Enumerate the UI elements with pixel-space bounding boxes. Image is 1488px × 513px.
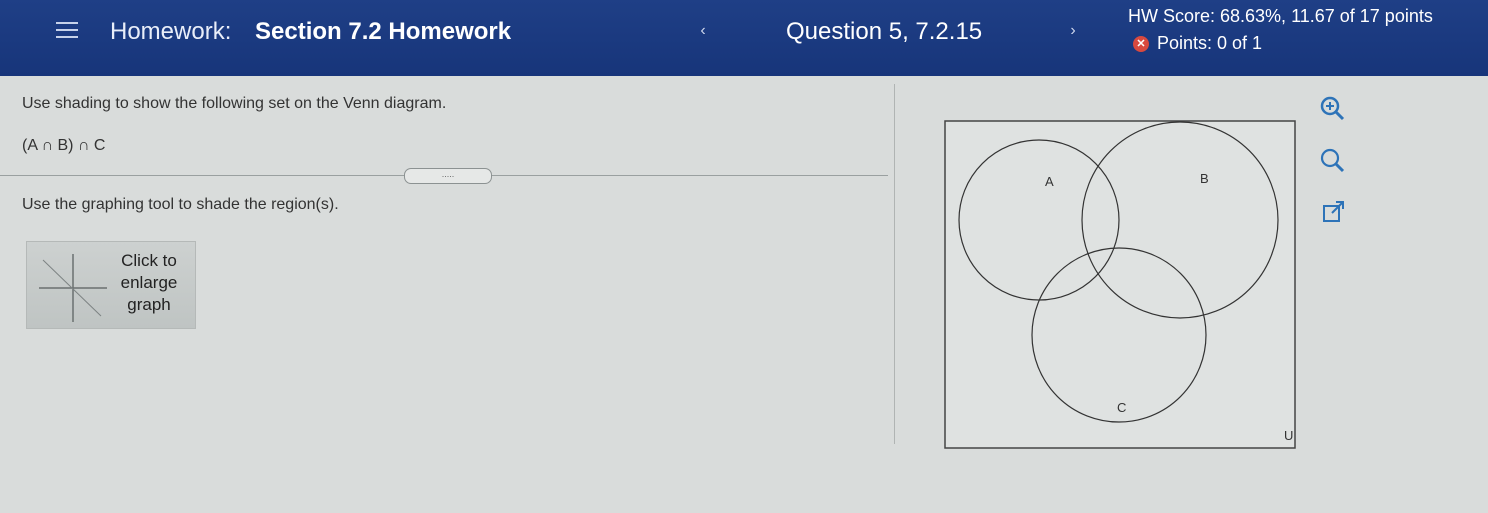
enlarge-graph-button[interactable]: Click to enlarge graph bbox=[26, 241, 196, 329]
zoom-out-icon[interactable] bbox=[1318, 146, 1346, 174]
points-status: ✕ Points: 0 of 1 bbox=[1133, 33, 1262, 54]
popout-icon[interactable] bbox=[1320, 198, 1348, 226]
universal-set-box bbox=[944, 120, 1296, 449]
set-expression: (A ∩ B) ∩ C bbox=[22, 137, 106, 154]
divider-expand-handle[interactable]: ..... bbox=[404, 168, 492, 184]
top-header: Homework: Section 7.2 Homework ‹ Questio… bbox=[0, 0, 1488, 76]
label-universe: U bbox=[1284, 428, 1293, 443]
venn-diagram[interactable]: A B C U bbox=[944, 120, 1296, 450]
points-text: Points: 0 of 1 bbox=[1157, 33, 1263, 53]
label-a: A bbox=[1045, 174, 1054, 189]
hw-score: HW Score: 68.63%, 11.67 of 17 points bbox=[1128, 6, 1433, 26]
zoom-in-icon[interactable] bbox=[1318, 94, 1346, 122]
hamburger-icon[interactable] bbox=[56, 22, 78, 40]
graph-thumbnail-icon bbox=[39, 254, 107, 322]
previous-question-button[interactable]: ‹ bbox=[688, 18, 718, 44]
question-label: Question 5, 7.2.15 bbox=[786, 18, 983, 45]
homework-label: Homework: bbox=[110, 18, 232, 45]
label-c: C bbox=[1117, 400, 1126, 415]
question-instruction: Use shading to show the following set on… bbox=[22, 95, 447, 112]
enlarge-graph-label: Click to enlarge graph bbox=[120, 251, 178, 314]
label-b: B bbox=[1200, 171, 1209, 186]
x-circle-icon: ✕ bbox=[1133, 35, 1149, 52]
next-question-button[interactable]: › bbox=[1058, 18, 1088, 44]
tool-instruction: Use the graphing tool to shade the regio… bbox=[22, 196, 339, 213]
homework-title[interactable]: Section 7.2 Homework bbox=[255, 18, 511, 46]
panel-separator bbox=[894, 84, 895, 444]
